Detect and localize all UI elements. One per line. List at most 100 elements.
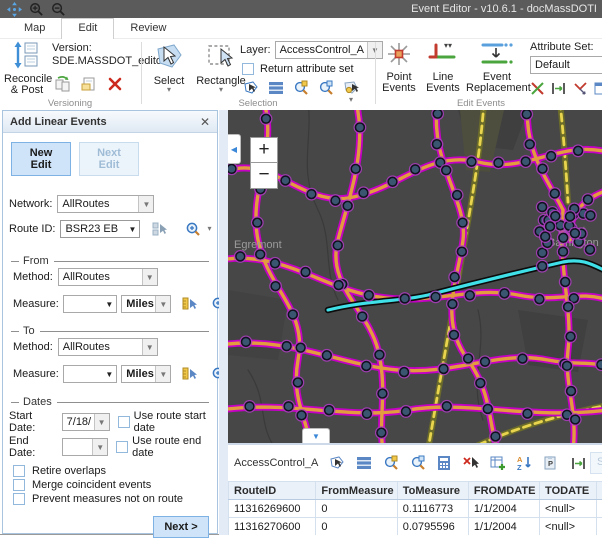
reconcile-post-button[interactable]: Reconcile & Post [4,41,50,96]
event-point-marker[interactable] [456,246,468,258]
event-point-marker[interactable] [537,163,549,175]
pan-to-selection-icon[interactable] [317,79,335,97]
delete-version-icon[interactable] [106,75,124,93]
event-point-marker[interactable] [398,366,410,378]
event-point-marker[interactable] [342,200,354,212]
event-replacement-button[interactable]: Event Replacement [466,41,528,94]
event-point-marker[interactable] [536,260,548,272]
collapse-table-panel-button[interactable]: ▼ [302,428,330,443]
event-point-marker[interactable] [323,404,335,416]
event-point-marker[interactable] [534,293,546,305]
event-point-marker[interactable] [431,138,443,150]
event-point-marker[interactable] [521,110,533,120]
select-by-shape-icon[interactable] [328,454,346,472]
event-point-marker[interactable] [482,403,494,415]
event-point-marker[interactable] [451,189,463,201]
to-units-dropdown[interactable]: Miles▼ [121,365,171,383]
event-point-marker[interactable] [252,217,264,229]
tab-map[interactable]: Map [8,19,61,38]
tab-edit[interactable]: Edit [61,18,114,39]
end-date-field[interactable]: ▼ [62,438,109,456]
zoom-to-selection-icon[interactable] [292,79,310,97]
event-point-marker[interactable] [283,401,295,413]
event-point-marker[interactable] [466,156,478,168]
event-point-marker[interactable] [350,163,362,175]
event-point-marker[interactable] [545,150,557,162]
event-point-marker[interactable] [544,221,556,233]
event-point-marker[interactable] [430,291,442,303]
map-zoom-out-button[interactable]: − [250,163,278,189]
offset-measure-icon[interactable] [551,79,566,97]
start-date-field[interactable]: 7/18/▼ [62,413,110,431]
event-point-marker[interactable] [565,385,577,397]
event-point-marker[interactable] [234,251,246,263]
paste-icon[interactable]: P [543,454,561,472]
event-point-marker[interactable] [565,331,577,343]
point-events-button[interactable]: Point Events [378,41,420,94]
event-point-marker[interactable] [292,377,304,389]
event-point-marker[interactable] [399,293,411,305]
table-row[interactable]: 1131627060000.07955961/1/2004<null>N [229,518,602,536]
pan-to-selection-icon[interactable] [409,454,427,472]
use-route-end-date-checkbox[interactable] [116,441,128,453]
event-window-icon[interactable] [594,79,602,97]
event-point-marker[interactable] [287,309,299,321]
event-point-marker[interactable] [569,227,581,239]
event-point-marker[interactable] [333,279,345,291]
from-method-dropdown[interactable]: AllRoutes▼ [58,268,158,286]
event-point-marker[interactable] [387,176,399,188]
merge-events-icon[interactable] [572,79,587,97]
event-point-marker[interactable] [440,164,452,176]
event-point-marker[interactable] [549,188,561,200]
attribute-set-dropdown[interactable]: Default▼ [530,56,602,74]
table-row[interactable]: 1131626960000.11167731/1/2004<null>N [229,500,602,518]
event-point-marker[interactable] [321,350,333,362]
checkbox[interactable] [13,493,25,505]
map-view[interactable]: EgremontGreatBarrington ◀ + − ▼ [228,110,602,443]
event-point-marker[interactable] [432,110,444,120]
measure-on-map-icon[interactable] [181,365,198,383]
event-point-marker[interactable] [260,113,272,125]
column-header[interactable]: ToMeasure [397,482,468,500]
column-header[interactable]: TODATE [540,482,597,500]
event-point-marker[interactable] [361,360,373,372]
layer-dropdown[interactable]: AccessControl_A▼ [275,41,383,59]
route-id-combo[interactable]: BSR23 EB▼ [60,220,140,238]
zoom-out-icon[interactable] [49,2,67,17]
event-point-marker[interactable] [374,349,386,361]
event-point-marker[interactable] [281,340,293,352]
event-point-marker[interactable] [240,336,252,348]
event-point-marker[interactable] [400,406,412,418]
event-point-marker[interactable] [585,210,597,222]
event-point-marker[interactable] [584,244,596,256]
event-point-marker[interactable] [409,164,421,176]
sort-icon[interactable]: AZ [516,454,534,472]
checkbox[interactable] [13,479,25,491]
selection-list-icon[interactable] [267,79,285,97]
zoom-in-icon[interactable] [27,2,45,17]
event-point-marker[interactable] [358,187,370,199]
event-point-marker[interactable] [557,246,569,258]
to-method-dropdown[interactable]: AllRoutes▼ [58,338,158,356]
event-point-marker[interactable] [244,401,256,413]
event-point-marker[interactable] [332,240,344,252]
to-measure-combo[interactable]: ▼ [63,365,117,383]
event-point-marker[interactable] [536,201,548,213]
zoom-to-route-icon[interactable] [184,220,202,238]
network-dropdown[interactable]: AllRoutes▼ [57,195,154,213]
column-header[interactable]: FROMDATE [468,482,539,500]
event-point-marker[interactable] [562,301,574,313]
event-point-marker[interactable] [582,194,594,206]
event-point-marker[interactable] [522,408,534,420]
split-event-icon[interactable] [530,79,545,97]
event-point-marker[interactable] [356,311,368,323]
map-canvas[interactable]: EgremontGreatBarrington [228,110,602,443]
event-point-marker[interactable] [363,289,375,301]
event-point-marker[interactable] [300,266,312,278]
new-version-icon[interactable] [80,75,98,93]
event-point-marker[interactable] [464,290,476,302]
event-point-marker[interactable] [595,359,602,371]
add-record-icon[interactable] [489,454,507,472]
event-point-marker[interactable] [296,410,308,422]
tab-review[interactable]: Review [114,19,182,38]
